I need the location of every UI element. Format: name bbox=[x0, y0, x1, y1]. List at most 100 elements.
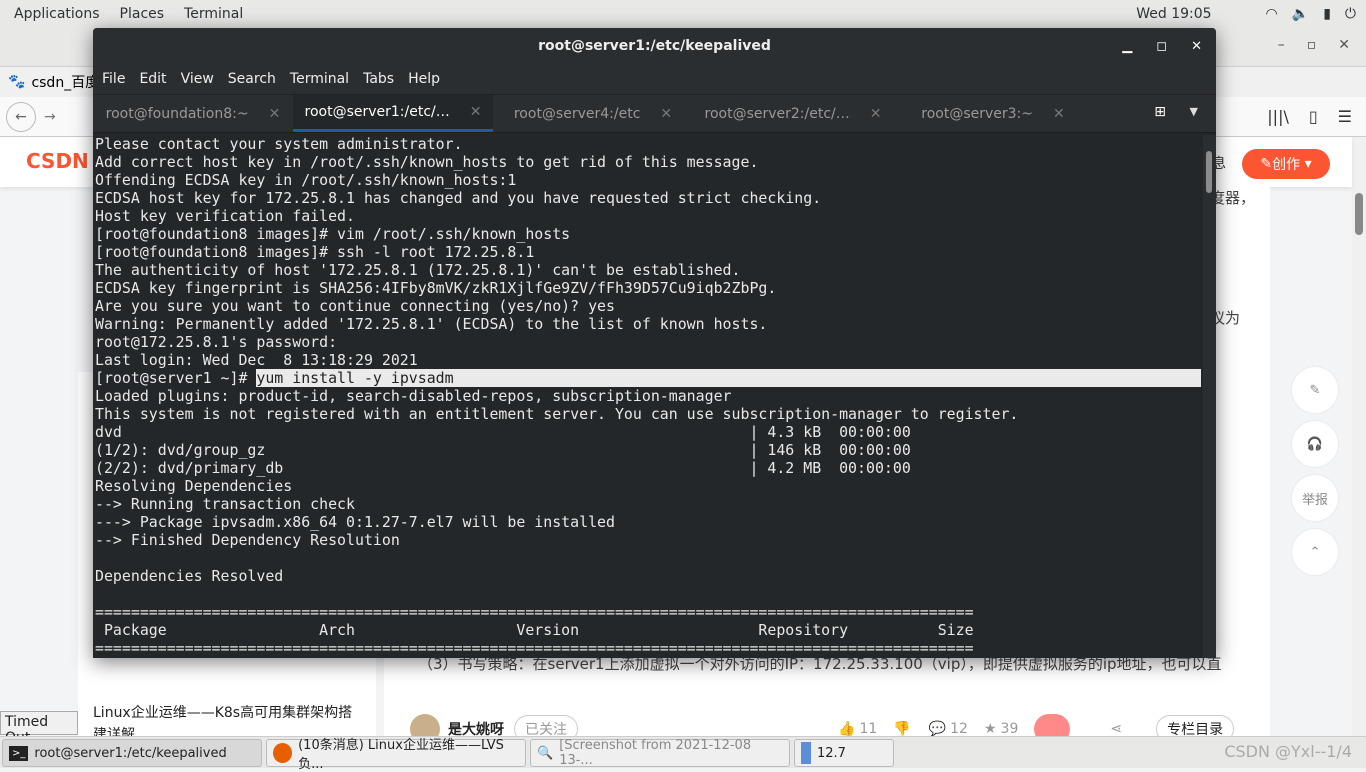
terminal-output[interactable]: Please contact your system administrator… bbox=[95, 135, 1202, 657]
library-icon[interactable]: |||\ bbox=[1267, 107, 1289, 126]
terminal-window: root@server1:/etc/keepalived ▁ ◻ ✕ File Ed… bbox=[93, 28, 1216, 658]
window-title: root@server1:/etc/keepalived bbox=[538, 38, 771, 54]
terminal-tabs: root@foundation8:~ ✕ root@server1:/etc/… ✕… bbox=[93, 94, 1216, 133]
maximize-icon[interactable]: ◻ bbox=[1156, 39, 1167, 54]
menu-file[interactable]: File bbox=[102, 71, 125, 87]
task-label: 12.7 bbox=[817, 745, 846, 761]
wifi-icon[interactable]: ◠ bbox=[1266, 6, 1278, 22]
csdn-watermark: CSDN @Yxl--1/4 bbox=[1224, 742, 1352, 761]
taskbar-item-files[interactable]: 12.7 bbox=[794, 739, 894, 767]
maximize-icon[interactable]: ▫ bbox=[1307, 37, 1317, 53]
comment-count: 12 bbox=[950, 721, 968, 737]
terminal-line: ========================================… bbox=[95, 603, 974, 621]
close-icon[interactable]: ✕ bbox=[1338, 37, 1350, 53]
menu-help[interactable]: Help bbox=[408, 71, 440, 87]
close-tab-icon[interactable]: ✕ bbox=[269, 106, 281, 122]
comment-icon[interactable]: 💬 bbox=[929, 721, 946, 737]
close-icon[interactable]: ✕ bbox=[1191, 39, 1202, 54]
terminal-line: [root@foundation8 images]# vim /root/.ss… bbox=[95, 225, 571, 243]
image-viewer-icon: 🔍 bbox=[537, 745, 554, 761]
task-label: (10条消息) Linux企业运维——LVS负... bbox=[298, 738, 504, 772]
terminal-line: ========================================… bbox=[95, 639, 974, 657]
terminal-line: Host key verification failed. bbox=[95, 207, 355, 225]
taskbar-item-image-viewer[interactable]: 🔍 [Screenshot from 2021-12-08 13-... bbox=[530, 738, 790, 768]
tabs-dropdown-icon[interactable]: ▼ bbox=[1190, 105, 1198, 118]
sidebar-icon[interactable]: ▯ bbox=[1309, 107, 1318, 126]
star-count: 39 bbox=[1000, 721, 1019, 737]
new-tab-icon[interactable]: ⊞ bbox=[1154, 104, 1166, 120]
menu-icon[interactable]: ☰ bbox=[1338, 107, 1352, 126]
terminal-line: (1/2): dvd/group_gz | 146 kB 00:00:00 bbox=[95, 441, 956, 459]
power-icon[interactable]: ⏻ bbox=[1345, 6, 1356, 22]
terminal-line: [root@foundation8 images]# ssh -l root 1… bbox=[95, 243, 535, 261]
tab-server3[interactable]: root@server3:~ ✕ bbox=[893, 95, 1093, 132]
baidu-icon: 🐾 bbox=[8, 74, 26, 90]
volume-icon[interactable]: 🔈 bbox=[1292, 6, 1309, 22]
menu-terminal[interactable]: Terminal bbox=[290, 71, 349, 87]
terminal-menubar: File Edit View Search Terminal Tabs Help bbox=[93, 64, 1216, 94]
like-count: 11 bbox=[859, 721, 878, 737]
headset-icon[interactable]: 🎧 bbox=[1292, 421, 1338, 467]
close-tab-icon[interactable]: ✕ bbox=[470, 104, 482, 120]
firefox-icon bbox=[273, 743, 293, 763]
terminal-line: root@172.25.8.1's password: bbox=[95, 333, 347, 351]
taskbar-item-firefox[interactable]: (10条消息) Linux企业运维——LVS负... bbox=[266, 738, 526, 772]
close-tab-icon[interactable]: ✕ bbox=[1053, 106, 1065, 122]
applications-menu[interactable]: Applications bbox=[0, 6, 110, 22]
tab-label: root@server1:/etc/… bbox=[304, 104, 450, 120]
terminal-app-menu[interactable]: Terminal bbox=[174, 6, 253, 22]
close-tab-icon[interactable]: ✕ bbox=[660, 106, 672, 122]
menu-tabs[interactable]: Tabs bbox=[363, 71, 394, 87]
taskbar: >_ root@server1:/etc/keepalived (10条消息) L… bbox=[0, 736, 1366, 772]
terminal-line: This system is not registered with an en… bbox=[95, 405, 1019, 423]
minimize-icon[interactable]: ▁ bbox=[1122, 39, 1132, 54]
timed-out-tooltip: Timed Out bbox=[0, 711, 78, 746]
terminal-line: (2/2): dvd/primary_db | 4.2 MB 00:00:00 bbox=[95, 459, 956, 477]
back-button[interactable]: ← bbox=[6, 101, 36, 132]
tab-server1[interactable]: root@server1:/etc/… ✕ bbox=[293, 95, 493, 132]
terminal-scrollbar[interactable] bbox=[1203, 135, 1216, 658]
floating-buttons: ✎ 🎧 举报 ⌃ bbox=[1292, 367, 1338, 583]
like-icon[interactable]: 👍 bbox=[838, 721, 855, 737]
share-icon[interactable]: ⋖ bbox=[1110, 721, 1122, 737]
browser-tab[interactable]: csdn_百度 bbox=[31, 72, 99, 92]
tab-server4[interactable]: root@server4:/etc ✕ bbox=[493, 95, 693, 132]
places-menu[interactable]: Places bbox=[110, 6, 175, 22]
menu-search[interactable]: Search bbox=[228, 71, 276, 87]
edit-icon[interactable]: ✎ bbox=[1292, 367, 1338, 413]
menu-edit[interactable]: Edit bbox=[139, 71, 166, 87]
back-to-top-icon[interactable]: ⌃ bbox=[1292, 529, 1338, 575]
dislike-icon[interactable]: 👎 bbox=[893, 721, 910, 737]
create-button[interactable]: ✎ 创作 ▾ bbox=[1242, 149, 1330, 179]
report-button[interactable]: 举报 bbox=[1292, 475, 1338, 521]
csdn-logo[interactable]: CSDN bbox=[26, 149, 89, 173]
tab-server2[interactable]: root@server2:/etc/… ✕ bbox=[693, 95, 893, 132]
terminal-line: Loaded plugins: product-id, search-disab… bbox=[95, 387, 732, 405]
tab-label: root@foundation8:~ bbox=[105, 105, 249, 122]
terminal-line: Offending ECDSA key in /root/.ssh/known_… bbox=[95, 171, 517, 189]
article-text: 度器， bbox=[1210, 189, 1256, 207]
forward-button[interactable]: → bbox=[44, 109, 56, 125]
terminal-line: Warning: Permanently added '172.25.8.1' … bbox=[95, 315, 768, 333]
star-icon[interactable]: ★ bbox=[984, 721, 997, 737]
close-tab-icon[interactable]: ✕ bbox=[870, 106, 882, 122]
menu-view[interactable]: View bbox=[181, 71, 214, 87]
terminal-line: Add correct host key in /root/.ssh/known… bbox=[95, 153, 759, 171]
terminal-line: ECDSA host key for 172.25.8.1 has change… bbox=[95, 189, 822, 207]
page-scrollbar[interactable] bbox=[1352, 137, 1366, 738]
tab-foundation8[interactable]: root@foundation8:~ ✕ bbox=[93, 95, 293, 132]
terminal-line: Resolving Dependencies bbox=[95, 477, 293, 495]
battery-icon[interactable]: ▮ bbox=[1323, 6, 1331, 22]
terminal-line: --> Finished Dependency Resolution bbox=[95, 531, 400, 549]
minimize-icon[interactable]: – bbox=[1278, 37, 1285, 53]
terminal-line: Package Arch Version Repository Size bbox=[95, 621, 974, 639]
terminal-line: --> Running transaction check bbox=[95, 495, 355, 513]
terminal-line: ---> Package ipvsadm.x86_64 0:1.27-7.el7… bbox=[95, 513, 615, 531]
terminal-line: The authenticity of host '172.25.8.1 (17… bbox=[95, 261, 741, 279]
taskbar-item-terminal[interactable]: >_ root@server1:/etc/keepalived bbox=[2, 739, 262, 767]
clock[interactable]: Wed 19:05 bbox=[1136, 6, 1211, 22]
terminal-line: dvd | 4.3 kB 00:00:00 bbox=[95, 423, 956, 441]
terminal-line: Are you sure you want to continue connec… bbox=[95, 297, 615, 315]
terminal-line: Last login: Wed Dec 8 13:18:29 2021 bbox=[95, 351, 418, 369]
